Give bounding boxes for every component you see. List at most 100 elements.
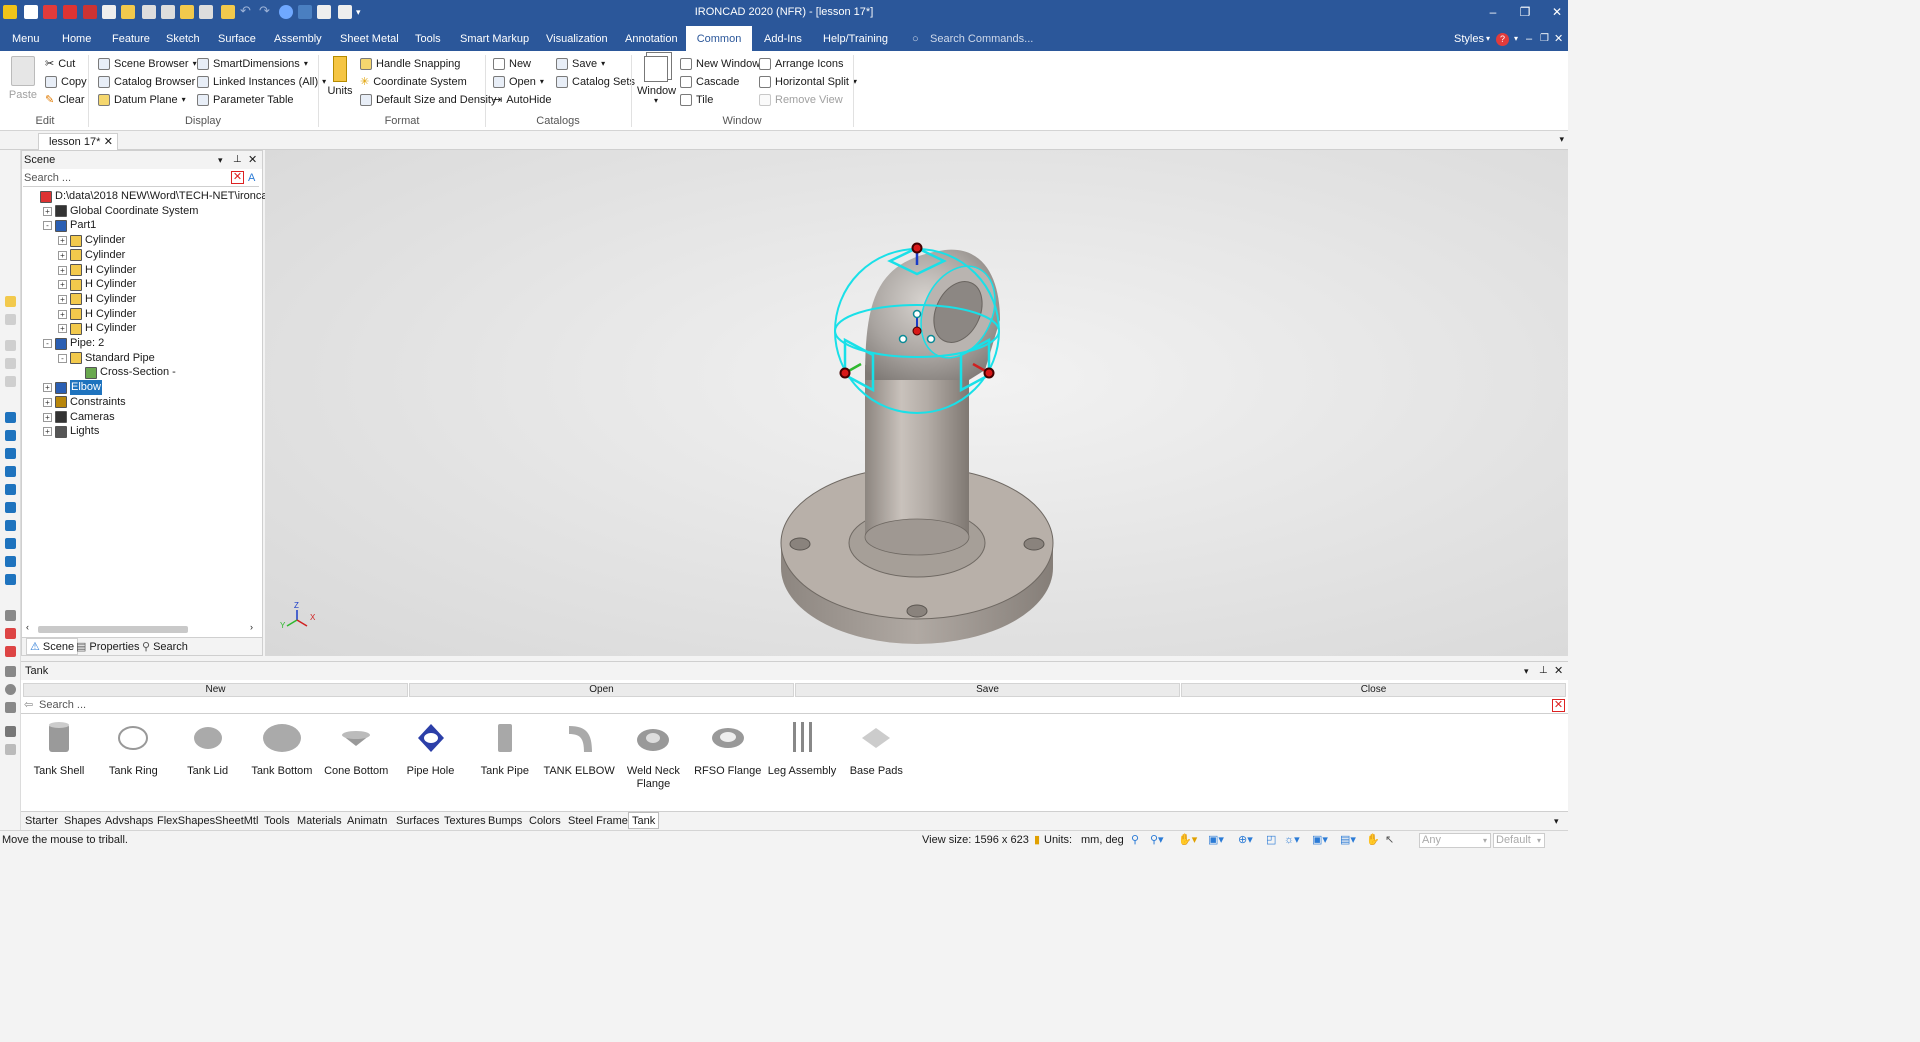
copy-button[interactable]: Copy bbox=[45, 74, 87, 90]
tab-sheet-metal[interactable]: Sheet Metal bbox=[336, 26, 403, 51]
catalog-item[interactable]: Tank Bottom bbox=[245, 720, 319, 778]
scene-horizontal-scrollbar[interactable]: ‹ › bbox=[24, 622, 260, 635]
view-tool-icon[interactable] bbox=[5, 556, 16, 567]
section-tool-icon[interactable] bbox=[5, 628, 16, 639]
tree-item[interactable]: + Cameras bbox=[43, 410, 115, 425]
clear-search-icon[interactable]: ✕ bbox=[1552, 699, 1565, 712]
tab-add-ins[interactable]: Add-Ins bbox=[760, 26, 806, 51]
tab-tools[interactable]: Tools bbox=[411, 26, 445, 51]
smart-dimensions-button[interactable]: SmartDimensions ▾ bbox=[197, 56, 308, 72]
clear-button[interactable]: ✎ Clear bbox=[45, 92, 85, 108]
tree-item[interactable]: - Standard Pipe bbox=[58, 351, 155, 366]
tab-annotation[interactable]: Annotation bbox=[621, 26, 682, 51]
vertical-pipe[interactable] bbox=[864, 365, 970, 556]
section-tool-icon[interactable] bbox=[5, 646, 16, 657]
tree-item[interactable]: + H Cylinder bbox=[58, 307, 136, 322]
close-tab-icon[interactable]: ✕ bbox=[104, 134, 113, 150]
sketch-tool-icon[interactable] bbox=[5, 296, 16, 307]
tree-item[interactable]: - Part1 bbox=[43, 218, 96, 233]
catalog-tab[interactable]: Tools bbox=[264, 814, 290, 828]
view-tool-icon[interactable] bbox=[5, 448, 16, 459]
tree-item[interactable]: D:\data\2018 NEW\Word\TECH-NET\ironcad v… bbox=[28, 189, 302, 204]
expand-icon[interactable]: + bbox=[58, 265, 67, 275]
snap-icon[interactable]: ⊕▾ bbox=[1238, 831, 1253, 850]
new-window-button[interactable]: New Window bbox=[680, 56, 760, 72]
tree-item[interactable]: + Cylinder bbox=[58, 233, 125, 248]
catalog-tab[interactable]: Surfaces bbox=[396, 814, 439, 828]
tree-item[interactable]: + H Cylinder bbox=[58, 321, 136, 336]
select-cursor-icon[interactable]: ↖ bbox=[1385, 831, 1394, 850]
catalog-tab[interactable]: Materials bbox=[297, 814, 342, 828]
clear-search-icon[interactable]: ✕ bbox=[231, 171, 244, 184]
tree-item[interactable]: + H Cylinder bbox=[58, 292, 136, 307]
scene-browser-button[interactable]: Scene Browser ▾ bbox=[98, 56, 197, 72]
view-tool-icon[interactable] bbox=[5, 484, 16, 495]
sketch-arc-icon[interactable] bbox=[5, 702, 16, 713]
catalog-item[interactable]: Cone Bottom bbox=[319, 720, 393, 778]
catalog-tab[interactable]: FlexShapes bbox=[157, 814, 215, 828]
ribbon-minimize-icon[interactable]: – bbox=[1522, 26, 1536, 51]
help-dropdown-icon[interactable]: ▾ bbox=[1510, 26, 1522, 51]
search-commands-input[interactable]: Search Commands... bbox=[926, 26, 1037, 51]
panel-dropdown-icon[interactable]: ▾ bbox=[218, 151, 223, 169]
scrollbar-thumb[interactable] bbox=[38, 626, 188, 633]
tree-item[interactable]: + H Cylinder bbox=[58, 263, 136, 278]
catalog-item[interactable]: Base Pads bbox=[839, 720, 913, 778]
tree-item[interactable]: + Cylinder bbox=[58, 248, 125, 263]
collapse-icon[interactable]: - bbox=[58, 353, 67, 363]
catalog-item[interactable]: Leg Assembly bbox=[765, 720, 839, 778]
catalog-item[interactable]: Tank Ring bbox=[96, 720, 170, 778]
catalog-tabs-dropdown-icon[interactable]: ▾ bbox=[1554, 814, 1559, 828]
display-mode-icon[interactable]: ▣▾ bbox=[1312, 831, 1328, 850]
catalog-new-command[interactable]: New bbox=[23, 683, 408, 697]
text-tool-icon[interactable] bbox=[5, 726, 16, 737]
catalog-save-command[interactable]: Save bbox=[795, 683, 1180, 697]
disabled-tool-icon[interactable] bbox=[5, 358, 16, 369]
shading-icon[interactable]: ▤▾ bbox=[1340, 831, 1356, 850]
units-button[interactable]: Units bbox=[326, 56, 354, 97]
tree-item[interactable]: Cross-Section - bbox=[73, 365, 176, 380]
units-value[interactable]: mm, deg bbox=[1081, 831, 1124, 850]
tab-properties[interactable]: ▤ Properties bbox=[76, 640, 140, 654]
tile-button[interactable]: Tile bbox=[680, 92, 713, 108]
view-tool-icon[interactable] bbox=[5, 466, 16, 477]
tree-item[interactable]: + H Cylinder bbox=[58, 277, 136, 292]
tab-scene[interactable]: ⚠ Scene bbox=[26, 638, 79, 655]
view-tool-icon[interactable] bbox=[5, 502, 16, 513]
tab-feature[interactable]: Feature bbox=[108, 26, 154, 51]
linked-instances-button[interactable]: Linked Instances (All) ▾ bbox=[197, 74, 326, 90]
view-tool-icon[interactable] bbox=[5, 520, 16, 531]
tab-surface[interactable]: Surface bbox=[214, 26, 260, 51]
sketch-circle-icon[interactable] bbox=[5, 684, 16, 695]
catalog-save-button[interactable]: Save ▾ bbox=[556, 56, 605, 72]
catalog-item[interactable]: Pipe Hole bbox=[394, 720, 468, 778]
back-arrow-icon[interactable]: ⇦ bbox=[24, 698, 33, 713]
tab-home[interactable]: Home bbox=[58, 26, 95, 51]
catalog-item[interactable]: Tank Shell bbox=[22, 720, 96, 778]
tree-item[interactable]: + Global Coordinate System bbox=[43, 204, 198, 219]
collapse-icon[interactable]: - bbox=[43, 339, 52, 348]
view-tool-icon[interactable] bbox=[5, 412, 16, 423]
catalog-tab[interactable]: Starter bbox=[25, 814, 58, 828]
collapse-icon[interactable]: - bbox=[43, 221, 52, 231]
close-icon[interactable]: ✕ bbox=[1546, 3, 1568, 21]
expand-icon[interactable]: + bbox=[58, 324, 67, 334]
parameter-table-button[interactable]: Parameter Table bbox=[197, 92, 294, 108]
catalog-tab[interactable]: Shapes bbox=[64, 814, 101, 828]
catalog-search-input[interactable]: ⇦ Search ... ✕ bbox=[21, 698, 1568, 714]
tab-common[interactable]: Common bbox=[686, 26, 752, 51]
catalog-tab[interactable]: Steel Frames bbox=[568, 814, 633, 828]
paste-button[interactable]: Paste bbox=[8, 56, 38, 101]
handle-snapping-button[interactable]: Handle Snapping bbox=[360, 56, 460, 72]
disabled-tool-icon[interactable] bbox=[5, 340, 16, 351]
tab-help-training[interactable]: Help/Training bbox=[819, 26, 892, 51]
tree-item[interactable]: + Elbow bbox=[43, 380, 102, 396]
cut-button[interactable]: ✂ Cut bbox=[45, 56, 75, 72]
view-orientation-icon[interactable]: ▣▾ bbox=[1208, 831, 1224, 850]
expand-icon[interactable]: + bbox=[58, 309, 67, 319]
sketch-line-icon[interactable] bbox=[5, 666, 16, 677]
pin-icon[interactable]: ⊥ bbox=[1539, 662, 1548, 680]
expand-icon[interactable]: + bbox=[43, 206, 52, 216]
catalog-browser-button[interactable]: Catalog Browser▾ bbox=[98, 74, 203, 90]
render-mode-icon[interactable]: ◰ bbox=[1266, 831, 1276, 850]
